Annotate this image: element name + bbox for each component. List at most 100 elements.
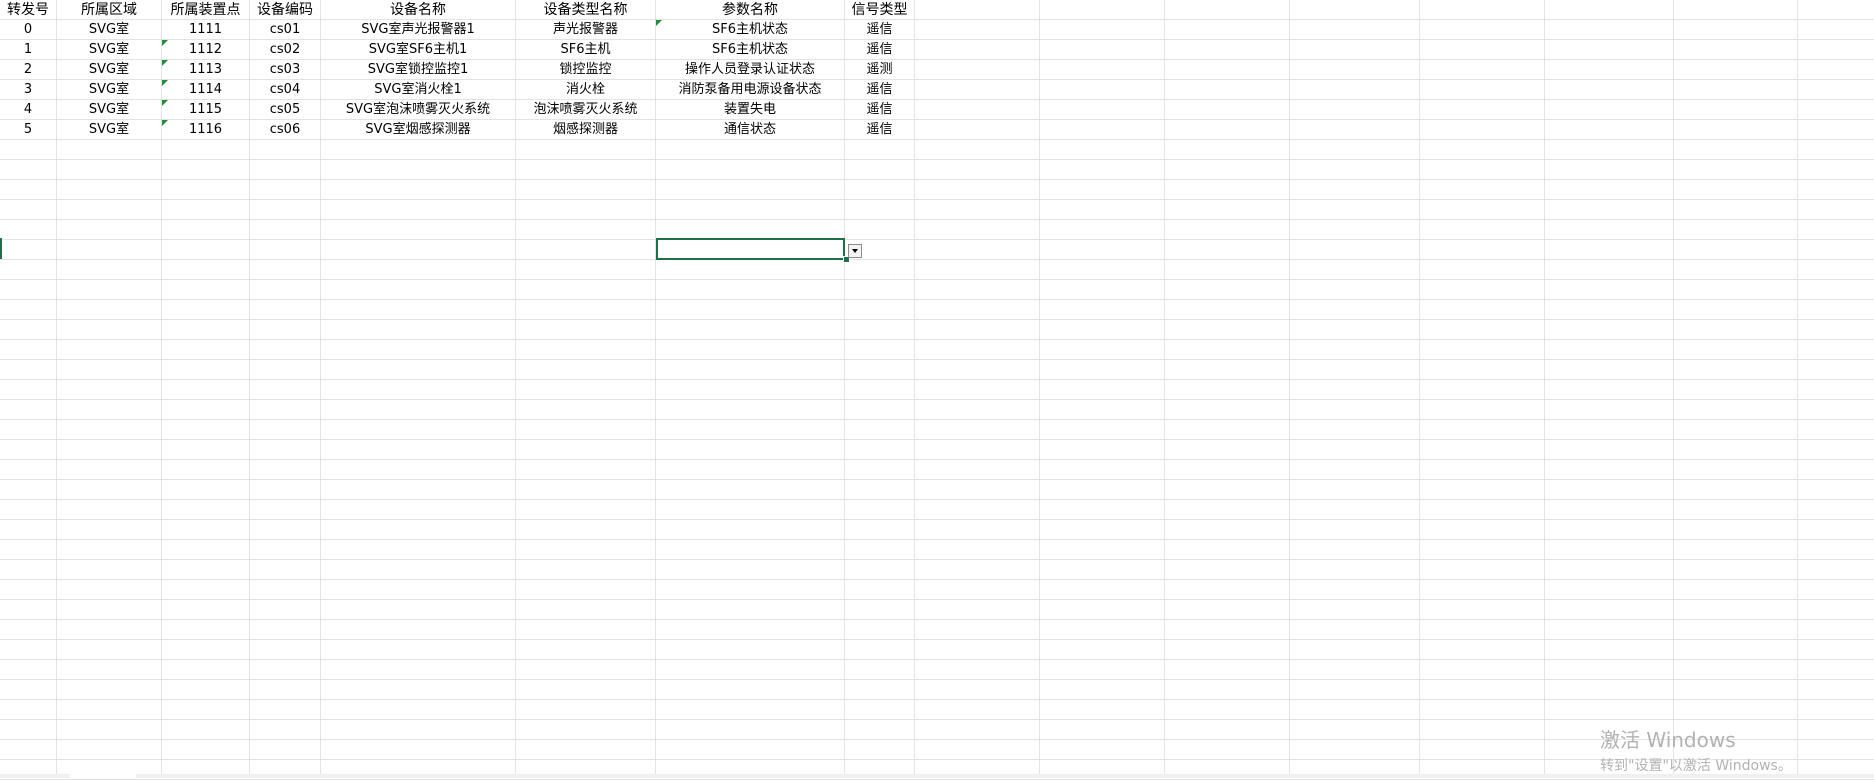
table-cell[interactable]: SVG室 (57, 20, 161, 40)
table-cell[interactable]: 1114 (162, 80, 249, 100)
table-cell[interactable]: SVG室 (57, 60, 161, 80)
table-cell[interactable]: cs02 (250, 40, 320, 60)
watermark-subtitle: 转到"设置"以激活 Windows。 (1600, 758, 1792, 774)
table-cell[interactable]: cs06 (250, 120, 320, 140)
table-cell[interactable]: 声光报警器 (516, 20, 655, 40)
row-gridline (0, 599, 1874, 600)
table-cell[interactable]: SVG室 (57, 100, 161, 120)
row-gridline (0, 339, 1874, 340)
table-cell[interactable]: 装置失电 (656, 100, 844, 120)
spreadsheet-grid[interactable]: 转发号 所属区域 所属装置点 设备编码 设备名称 设备类型名称 参数名称 信号类型 0 SVG室 1… (0, 0, 1874, 780)
column-header-cell[interactable]: 设备名称 (321, 0, 515, 20)
column-header-cell[interactable]: 设备编码 (250, 0, 320, 20)
dropdown-arrow-icon (852, 249, 858, 253)
table-cell[interactable]: 泡沫喷雾灭火系统 (516, 100, 655, 120)
table-cell[interactable]: 4 (0, 100, 56, 120)
table-cell[interactable]: SVG室锁控监控1 (321, 60, 515, 80)
column-header-cell[interactable]: 所属装置点 (162, 0, 249, 20)
row-gridline (0, 399, 1874, 400)
table-cell[interactable]: SVG室声光报警器1 (321, 20, 515, 40)
table-cell[interactable]: 操作人员登录认证状态 (656, 60, 844, 80)
table-cell[interactable]: 3 (0, 80, 56, 100)
row-gridline (0, 479, 1874, 480)
table-cell[interactable]: 消防泵备用电源设备状态 (656, 80, 844, 100)
table-cell[interactable]: SVG室 (57, 40, 161, 60)
row-gridline (0, 579, 1874, 580)
table-cell[interactable]: 消火栓 (516, 80, 655, 100)
column-gridline (1419, 0, 1420, 774)
row-gridline (0, 279, 1874, 280)
row-gridline (0, 199, 1874, 200)
column-header-cell[interactable]: 转发号 (0, 0, 56, 20)
active-row-indicator (0, 238, 2, 259)
table-cell[interactable]: 2 (0, 60, 56, 80)
column-gridline (1797, 0, 1798, 774)
table-cell[interactable]: SF6主机 (516, 40, 655, 60)
row-gridline (0, 639, 1874, 640)
row-gridline (0, 219, 1874, 220)
row-gridline (0, 679, 1874, 680)
table-cell[interactable]: 烟感探测器 (516, 120, 655, 140)
row-gridline (0, 519, 1874, 520)
row-gridline (0, 559, 1874, 560)
row-gridline (0, 759, 1874, 760)
table-cell[interactable]: 1112 (162, 40, 249, 60)
table-cell[interactable]: 5 (0, 120, 56, 140)
row-gridline (0, 439, 1874, 440)
column-header-cell[interactable]: 参数名称 (656, 0, 844, 20)
watermark-title: 激活 Windows (1600, 728, 1736, 752)
row-gridline (0, 259, 1874, 260)
table-cell[interactable]: cs05 (250, 100, 320, 120)
table-cell[interactable]: SVG室SF6主机1 (321, 40, 515, 60)
table-cell[interactable]: SVG室 (57, 80, 161, 100)
column-gridline (914, 0, 915, 774)
column-gridline (1544, 0, 1545, 774)
column-gridline (1673, 0, 1674, 774)
table-cell[interactable]: 遥信 (845, 100, 914, 120)
row-gridline (0, 659, 1874, 660)
table-cell[interactable]: 1111 (162, 20, 249, 40)
horizontal-scrollbar[interactable] (0, 774, 1874, 778)
table-cell[interactable]: SVG室消火栓1 (321, 80, 515, 100)
table-cell[interactable]: 通信状态 (656, 120, 844, 140)
row-gridline (0, 419, 1874, 420)
column-gridline (1039, 0, 1040, 774)
table-cell[interactable]: cs04 (250, 80, 320, 100)
table-cell[interactable]: 1113 (162, 60, 249, 80)
cell-indicator-marker (162, 100, 168, 106)
table-cell[interactable]: 遥信 (845, 40, 914, 60)
scrollbar-thumb[interactable] (70, 774, 136, 778)
table-cell[interactable]: 遥信 (845, 80, 914, 100)
row-gridline (0, 239, 1874, 240)
row-gridline (0, 359, 1874, 360)
column-header-cell[interactable]: 所属区域 (57, 0, 161, 20)
table-cell[interactable]: 遥信 (845, 20, 914, 40)
column-gridline (1164, 0, 1165, 774)
row-gridline (0, 499, 1874, 500)
cell-dropdown-button[interactable] (848, 244, 862, 258)
table-cell[interactable]: 0 (0, 20, 56, 40)
table-cell[interactable]: 1115 (162, 100, 249, 120)
column-gridline (1289, 0, 1290, 774)
table-cell[interactable]: 遥信 (845, 120, 914, 140)
active-cell[interactable] (656, 238, 845, 260)
cell-indicator-marker (162, 40, 168, 46)
row-gridline (0, 179, 1874, 180)
column-header-cell[interactable]: 设备类型名称 (516, 0, 655, 20)
row-gridline (0, 739, 1874, 740)
table-cell[interactable]: SVG室 (57, 120, 161, 140)
cell-indicator-marker (162, 60, 168, 66)
row-gridline (0, 539, 1874, 540)
table-cell[interactable]: 1 (0, 40, 56, 60)
table-cell[interactable]: 遥测 (845, 60, 914, 80)
table-cell[interactable]: SF6主机状态 (656, 40, 844, 60)
table-cell[interactable]: cs03 (250, 60, 320, 80)
table-cell[interactable]: SVG室烟感探测器 (321, 120, 515, 140)
table-cell[interactable]: cs01 (250, 20, 320, 40)
table-cell[interactable]: 1116 (162, 120, 249, 140)
row-gridline (0, 619, 1874, 620)
column-header-cell[interactable]: 信号类型 (845, 0, 914, 20)
table-cell[interactable]: 锁控监控 (516, 60, 655, 80)
table-cell[interactable]: SF6主机状态 (656, 20, 844, 40)
table-cell[interactable]: SVG室泡沫喷雾灭火系统 (321, 100, 515, 120)
